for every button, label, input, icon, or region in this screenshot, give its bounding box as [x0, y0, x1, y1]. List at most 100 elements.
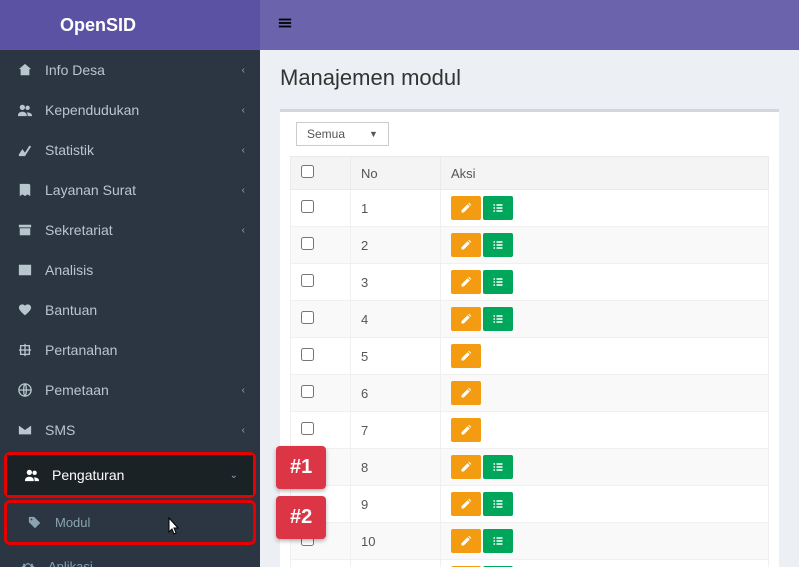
table-row: 9 [291, 486, 769, 523]
menu-toggle-icon[interactable] [278, 16, 292, 35]
sidebar-item-analisis[interactable]: Analisis [0, 250, 260, 290]
sidebar-item-label: Pertanahan [45, 342, 245, 358]
row-checkbox[interactable] [301, 311, 314, 324]
edit-button[interactable] [451, 418, 481, 442]
row-checkbox[interactable] [301, 274, 314, 287]
sidebar: Info Desa‹Kependudukan‹Statistik‹Layanan… [0, 50, 260, 567]
sidebar-item-label: Statistik [45, 142, 242, 158]
cell-no: 4 [351, 301, 441, 338]
cell-no: 5 [351, 338, 441, 375]
heart-icon [15, 303, 35, 317]
sidebar-item-sekretariat[interactable]: Sekretariat‹ [0, 210, 260, 250]
archive-icon [15, 223, 35, 237]
sidebar-item-label: Analisis [45, 262, 245, 278]
sidebar-item-label: Info Desa [45, 62, 242, 78]
cell-aksi [441, 560, 769, 567]
cell-no: 10 [351, 523, 441, 560]
sidebar-sub-aplikasi[interactable]: Aplikasi [0, 547, 260, 567]
cell-no: 7 [351, 412, 441, 449]
chevron-left-icon: ‹ [242, 385, 245, 396]
envelope-icon [15, 423, 35, 437]
filter-dropdown[interactable]: Semua ▼ [296, 122, 389, 146]
edit-button[interactable] [451, 344, 481, 368]
edit-button[interactable] [451, 270, 481, 294]
edit-button[interactable] [451, 233, 481, 257]
callout-2: #2 [276, 496, 326, 539]
map-icon [15, 343, 35, 357]
edit-button[interactable] [451, 381, 481, 405]
gear-icon [18, 560, 38, 567]
edit-button[interactable] [451, 455, 481, 479]
sidebar-sub-modul[interactable]: Modul [7, 503, 253, 542]
row-checkbox[interactable] [301, 237, 314, 250]
chevron-left-icon: ‹ [242, 145, 245, 156]
sidebar-item-label: SMS [45, 422, 242, 438]
cell-no: 2 [351, 227, 441, 264]
callout-1: #1 [276, 446, 326, 489]
submodul-button[interactable] [483, 270, 513, 294]
cell-no: 3 [351, 264, 441, 301]
sidebar-item-label: Pemetaan [45, 382, 242, 398]
table-row: 10 [291, 523, 769, 560]
sidebar-item-pertanahan[interactable]: Pertanahan [0, 330, 260, 370]
users-icon [15, 103, 35, 117]
cell-aksi [441, 412, 769, 449]
sidebar-item-label: Sekretariat [45, 222, 242, 238]
cell-aksi [441, 227, 769, 264]
row-checkbox[interactable] [301, 422, 314, 435]
tags-icon [25, 516, 45, 530]
app-logo[interactable]: OpenSID [0, 0, 260, 50]
edit-button[interactable] [451, 307, 481, 331]
submodul-button[interactable] [483, 492, 513, 516]
home-icon [15, 63, 35, 77]
select-all-checkbox[interactable] [301, 165, 314, 178]
chevron-left-icon: ‹ [242, 65, 245, 76]
sidebar-item-layanan-surat[interactable]: Layanan Surat‹ [0, 170, 260, 210]
row-checkbox[interactable] [301, 385, 314, 398]
cell-aksi [441, 486, 769, 523]
filter-label: Semua [307, 127, 345, 141]
table-row: 11 [291, 560, 769, 567]
cell-aksi [441, 523, 769, 560]
submodul-button[interactable] [483, 233, 513, 257]
submodul-button[interactable] [483, 455, 513, 479]
row-checkbox[interactable] [301, 348, 314, 361]
sidebar-item-pemetaan[interactable]: Pemetaan‹ [0, 370, 260, 410]
table-row: 3 [291, 264, 769, 301]
edit-button[interactable] [451, 529, 481, 553]
check-icon [15, 263, 35, 277]
cell-aksi [441, 338, 769, 375]
chevron-left-icon: ‹ [242, 425, 245, 436]
table-row: 1 [291, 190, 769, 227]
cell-aksi [441, 190, 769, 227]
chevron-left-icon: ‹ [242, 105, 245, 116]
submodul-button[interactable] [483, 307, 513, 331]
table-row: 5 [291, 338, 769, 375]
submodul-button[interactable] [483, 196, 513, 220]
table-row: 7 [291, 412, 769, 449]
edit-button[interactable] [451, 196, 481, 220]
modul-table: No Aksi 1234567891011 [290, 156, 769, 567]
cell-no: 11 [351, 560, 441, 567]
sidebar-item-label: Aplikasi [48, 559, 245, 567]
sidebar-item-info-desa[interactable]: Info Desa‹ [0, 50, 260, 90]
chevron-down-icon: ⌄ [230, 470, 238, 481]
sidebar-item-kependudukan[interactable]: Kependudukan‹ [0, 90, 260, 130]
table-row: 6 [291, 375, 769, 412]
users-icon [22, 468, 42, 482]
cell-aksi [441, 375, 769, 412]
submodul-button[interactable] [483, 529, 513, 553]
cell-no: 1 [351, 190, 441, 227]
col-no: No [351, 157, 441, 190]
cell-no: 8 [351, 449, 441, 486]
sidebar-item-sms[interactable]: SMS‹ [0, 410, 260, 450]
sidebar-item-statistik[interactable]: Statistik‹ [0, 130, 260, 170]
dropdown-caret-icon: ▼ [369, 129, 378, 139]
col-aksi: Aksi [441, 157, 769, 190]
sidebar-item-pengaturan[interactable]: Pengaturan⌄ [7, 455, 253, 495]
edit-button[interactable] [451, 492, 481, 516]
sidebar-item-bantuan[interactable]: Bantuan [0, 290, 260, 330]
cell-aksi [441, 264, 769, 301]
cell-no: 6 [351, 375, 441, 412]
row-checkbox[interactable] [301, 200, 314, 213]
